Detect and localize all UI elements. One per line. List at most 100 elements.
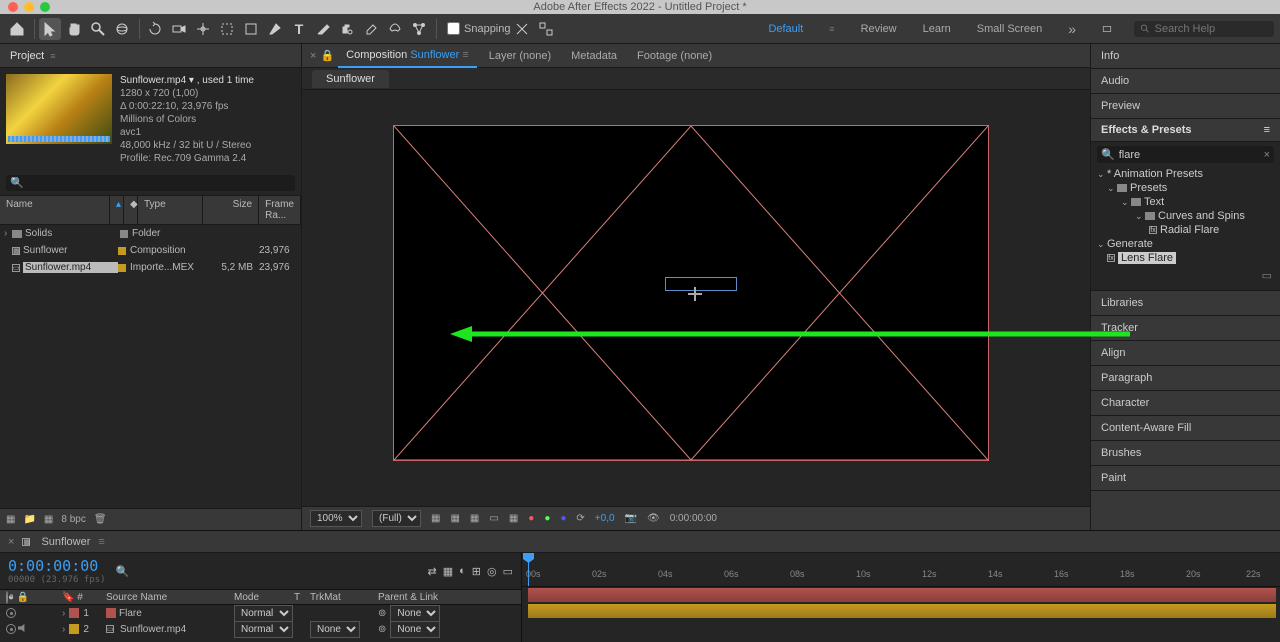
layer-bars-area[interactable] [522,587,1280,642]
panel-tracker[interactable]: Tracker [1091,316,1280,341]
region-of-interest-icon[interactable]: ▭ [489,513,498,524]
visibility-toggle-icon[interactable] [6,624,16,634]
blend-mode-dropdown[interactable]: Normal [234,621,293,638]
layer-bar[interactable] [528,604,1276,618]
anchor-tool-icon[interactable] [192,18,214,40]
home-button[interactable] [6,18,28,40]
grid-guide-icon[interactable]: ▦ [509,513,518,524]
zoom-tool-icon[interactable] [87,18,109,40]
layer-label-icon[interactable] [69,624,79,634]
exposure-value[interactable]: +0,0 [595,513,615,524]
layer-bar[interactable] [528,588,1276,602]
effects-presets-menu-icon[interactable]: ≡ [1264,124,1270,136]
color-depth-toggle[interactable]: 8 bpc [61,514,85,525]
project-panel-menu-icon[interactable]: ≡ [50,51,55,61]
panel-libraries[interactable]: Libraries [1091,291,1280,316]
roto-tool-icon[interactable] [384,18,406,40]
project-row[interactable]: › Solids Folder [0,225,301,242]
help-search[interactable] [1134,21,1274,37]
label-column-icon[interactable]: ◆ [124,196,138,224]
clear-search-icon[interactable]: × [1264,149,1270,161]
shape-tool-icon[interactable] [240,18,262,40]
new-comp-icon[interactable]: ▦ [44,514,53,525]
col-source[interactable]: Source Name [106,592,234,603]
effects-search-input[interactable] [1119,149,1264,161]
zoom-dropdown[interactable]: 100% [310,510,362,527]
eye-column-icon[interactable] [6,591,8,604]
tree-node[interactable]: ⌄Presets [1097,181,1280,195]
col-trkmat[interactable]: TrkMat [310,592,372,603]
layer-label-icon[interactable] [69,608,79,618]
col-rate[interactable]: Frame Ra... [259,196,301,224]
delete-icon[interactable]: 🗑 [94,514,107,525]
channel-icon[interactable]: ● [528,513,534,524]
timeline-track-area[interactable]: 00s 02s 04s 06s 08s 10s 12s 14s 16s 18s … [522,553,1280,642]
col-t[interactable]: T [294,592,310,603]
resolution-dropdown[interactable]: (Full) [372,510,421,527]
trkmat-dropdown[interactable]: None [310,621,360,638]
panel-align[interactable]: Align [1091,341,1280,366]
tab-metadata[interactable]: Metadata [563,45,625,67]
parent-dropdown[interactable]: None [390,621,440,638]
panel-paragraph[interactable]: Paragraph [1091,366,1280,391]
audio-toggle-icon[interactable] [18,624,26,632]
frame-blend-icon[interactable]: ⊞ [472,565,481,578]
orbit-tool-icon[interactable] [111,18,133,40]
snap-grid-icon[interactable] [535,18,557,40]
pickwhip-icon[interactable]: ⊚ [378,624,386,635]
help-search-input[interactable] [1155,23,1268,35]
fast-preview-icon[interactable]: ▦ [431,513,440,524]
anchor-point-icon[interactable] [688,287,702,301]
show-snapshot-icon[interactable]: 👁 [647,513,660,524]
minimize-window-icon[interactable] [24,2,34,12]
panel-preview[interactable]: Preview [1091,94,1280,119]
effects-search[interactable]: 🔍 × [1097,146,1274,163]
parent-dropdown[interactable]: None [390,605,440,622]
brush-tool-icon[interactable] [312,18,334,40]
col-name[interactable]: Name [0,196,110,224]
camera-tool-icon[interactable] [168,18,190,40]
motion-blur-icon[interactable]: ◎ [487,565,497,578]
workspace-menu-icon[interactable]: ≡ [823,20,840,38]
panel-info[interactable]: Info [1091,44,1280,69]
new-folder-icon[interactable]: 📁 [23,514,35,525]
hand-tool-icon[interactable] [63,18,85,40]
comp-subtab[interactable]: Sunflower [312,70,389,88]
tree-leaf-lens-flare[interactable]: fxLens Flare [1097,251,1280,265]
composition-viewport[interactable] [302,90,1090,506]
tab-layer[interactable]: Layer (none) [481,45,559,67]
workspace-review[interactable]: Review [855,19,903,39]
col-parent[interactable]: Parent & Link [372,592,521,603]
workspace-default[interactable]: Default [762,19,809,39]
snap-edge-icon[interactable] [511,18,533,40]
time-ruler[interactable]: 00s 02s 04s 06s 08s 10s 12s 14s 16s 18s … [522,553,1280,587]
project-item-thumbnail[interactable] [6,74,112,144]
draft-3d-icon[interactable]: ▦ [443,565,453,578]
visibility-toggle-icon[interactable] [6,608,16,618]
panel-paint[interactable]: Paint [1091,466,1280,491]
text-tool-icon[interactable]: T [288,18,310,40]
tree-node[interactable]: ⌄Curves and Spins [1097,209,1280,223]
project-row[interactable]: ▦ Sunflower Composition 23,976 [0,242,301,259]
current-timecode[interactable]: 0:00:00:00 [8,557,106,575]
tab-close-icon[interactable]: × [310,50,316,62]
rotate-tool-icon[interactable] [144,18,166,40]
col-size[interactable]: Size [203,196,259,224]
timeline-search-icon[interactable]: 🔍 [116,565,130,578]
lock-icon[interactable]: 🔒 [320,49,334,62]
new-bin-icon[interactable]: ▭ [1262,270,1272,282]
panel-content-aware-fill[interactable]: Content-Aware Fill [1091,416,1280,441]
panel-audio[interactable]: Audio [1091,69,1280,94]
eraser-tool-icon[interactable] [360,18,382,40]
workspace-overflow-icon[interactable]: » [1062,17,1082,41]
timeline-close-icon[interactable]: × [8,536,14,548]
timeline-menu-icon[interactable]: ≡ [98,536,104,548]
reset-exposure-icon[interactable]: ⟳ [576,513,584,524]
pickwhip-icon[interactable]: ⊚ [378,608,386,619]
tree-node[interactable]: ⌄* Animation Presets [1097,167,1280,181]
mask-tool-icon[interactable] [216,18,238,40]
project-search[interactable] [6,175,295,191]
timeline-layer-row[interactable]: ›1 Flare Normal ⊚None [0,605,521,621]
workspace-small[interactable]: Small Screen [971,19,1048,39]
interpret-footage-icon[interactable]: ▦ [6,514,15,525]
